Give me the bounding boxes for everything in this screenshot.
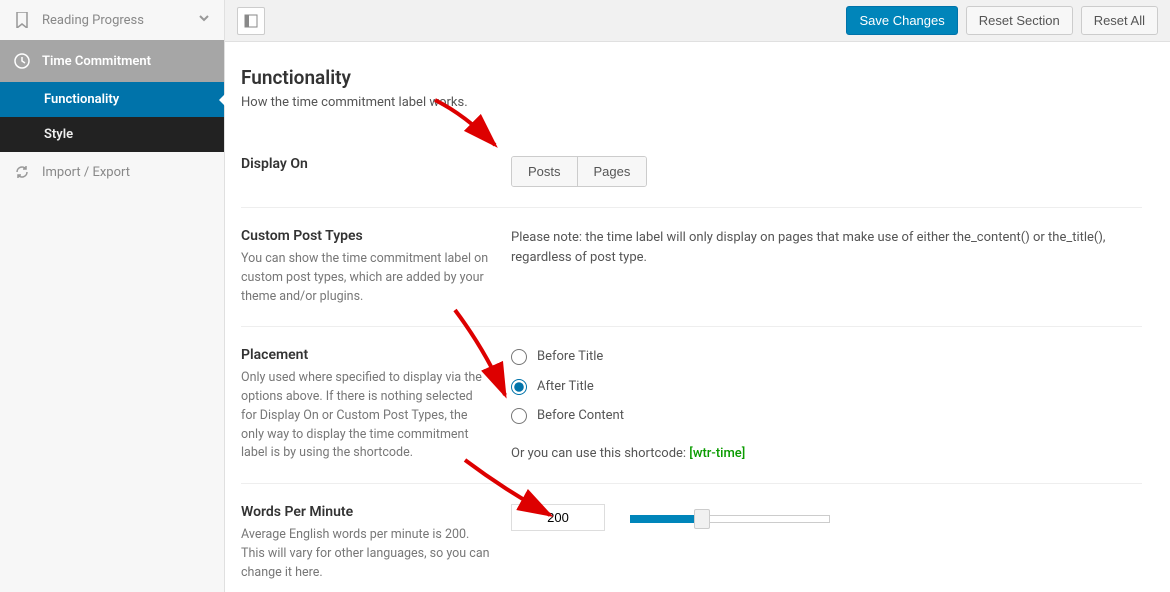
slider-thumb[interactable] (694, 509, 710, 529)
section-desc: How the time commitment label works. (241, 95, 1142, 110)
reset-section-button[interactable]: Reset Section (966, 6, 1073, 35)
placement-label: Placement (241, 347, 491, 363)
save-button[interactable]: Save Changes (846, 6, 957, 35)
display-on-posts[interactable]: Posts (512, 157, 577, 186)
placement-before-title-label: Before Title (537, 347, 603, 367)
placement-after-title-label: After Title (537, 377, 594, 397)
wpm-slider[interactable] (630, 513, 830, 525)
sidebar-sub-functionality[interactable]: Functionality (0, 82, 224, 117)
placement-help: Only used where specified to display via… (241, 369, 491, 463)
sidebar-sub-label: Style (44, 127, 73, 142)
slider-fill (630, 515, 700, 523)
wpm-help: Average English words per minute is 200.… (241, 526, 491, 582)
sidebar-item-time-commitment[interactable]: Time Commitment (0, 40, 224, 82)
sidebar-sub-style[interactable]: Style (0, 117, 224, 152)
chevron-down-icon (198, 12, 210, 28)
sidebar-item-label: Reading Progress (42, 13, 144, 28)
sidebar-item-label: Import / Export (42, 165, 130, 180)
display-on-pages[interactable]: Pages (577, 157, 647, 186)
display-on-label: Display On (241, 156, 491, 172)
section-title: Functionality (241, 66, 1142, 89)
cpt-note: Please note: the time label will only di… (511, 230, 1105, 265)
clock-icon (14, 53, 30, 69)
cpt-label: Custom Post Types (241, 228, 491, 244)
sidebar-item-reading-progress[interactable]: Reading Progress (0, 0, 224, 40)
placement-shortcode-text: Or you can use this shortcode: (511, 446, 689, 461)
placement-before-content-radio[interactable] (511, 408, 527, 424)
sidebar-sub-label: Functionality (44, 92, 119, 107)
reset-all-button[interactable]: Reset All (1081, 6, 1158, 35)
placement-before-title-radio[interactable] (511, 349, 527, 365)
cpt-help: You can show the time commitment label o… (241, 250, 491, 306)
wpm-input[interactable] (511, 504, 605, 531)
sidebar-item-import-export[interactable]: Import / Export (0, 152, 224, 192)
placement-shortcode: [wtr-time] (689, 446, 745, 461)
refresh-icon (14, 164, 30, 180)
placement-before-content-label: Before Content (537, 406, 624, 426)
bookmark-icon (14, 12, 30, 28)
collapse-icon[interactable] (237, 7, 265, 35)
placement-after-title-radio[interactable] (511, 379, 527, 395)
wpm-label: Words Per Minute (241, 504, 491, 520)
sidebar-item-label: Time Commitment (42, 54, 151, 69)
